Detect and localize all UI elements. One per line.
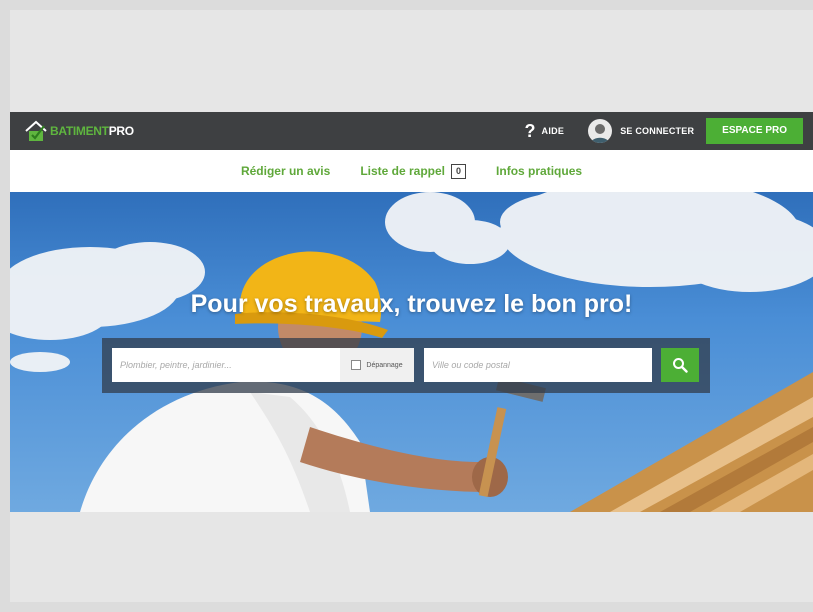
logo-text-batiment: BATIMENT <box>50 124 109 138</box>
location-input[interactable] <box>424 348 652 382</box>
search-bar: Dépannage <box>102 338 710 393</box>
hero-banner: Pour vos travaux, trouvez le bon pro! Dé… <box>10 192 813 512</box>
secondary-nav: Rédiger un avis Liste de rappel 0 Infos p… <box>10 150 813 192</box>
site-logo[interactable]: BATIMENT PRO <box>24 112 134 150</box>
emergency-label: Dépannage <box>366 361 403 369</box>
login-link[interactable]: SE CONNECTER <box>620 126 694 136</box>
emergency-checkbox[interactable] <box>351 360 362 370</box>
search-icon <box>673 358 688 373</box>
help-link[interactable]: AIDE <box>542 126 565 136</box>
trade-search-input[interactable] <box>112 348 340 382</box>
nav-write-review[interactable]: Rédiger un avis <box>241 164 330 178</box>
pro-space-button[interactable]: ESPACE PRO <box>706 118 803 144</box>
search-button[interactable] <box>661 348 699 382</box>
nav-practical-info[interactable]: Infos pratiques <box>496 164 582 178</box>
nav-callback-list[interactable]: Liste de rappel 0 <box>360 163 467 179</box>
hero-headline: Pour vos travaux, trouvez le bon pro! <box>190 290 633 318</box>
website-page: BATIMENT PRO ? AIDE SE CONNECTER ESPACE P… <box>10 112 813 512</box>
callback-count-badge: 0 <box>451 163 467 179</box>
nav-callback-list-label: Liste de rappel <box>360 164 446 178</box>
emergency-toggle[interactable]: Dépannage <box>340 348 414 382</box>
nav-write-review-label: Rédiger un avis <box>240 164 331 178</box>
house-check-icon <box>25 120 47 141</box>
user-icon <box>591 124 610 143</box>
avatar[interactable] <box>588 119 613 143</box>
top-bar: BATIMENT PRO ? AIDE SE CONNECTER ESPACE P… <box>10 112 813 150</box>
logo-text-pro: PRO <box>108 124 134 138</box>
help-icon[interactable]: ? <box>525 121 536 142</box>
nav-practical-info-label: Infos pratiques <box>496 164 583 178</box>
